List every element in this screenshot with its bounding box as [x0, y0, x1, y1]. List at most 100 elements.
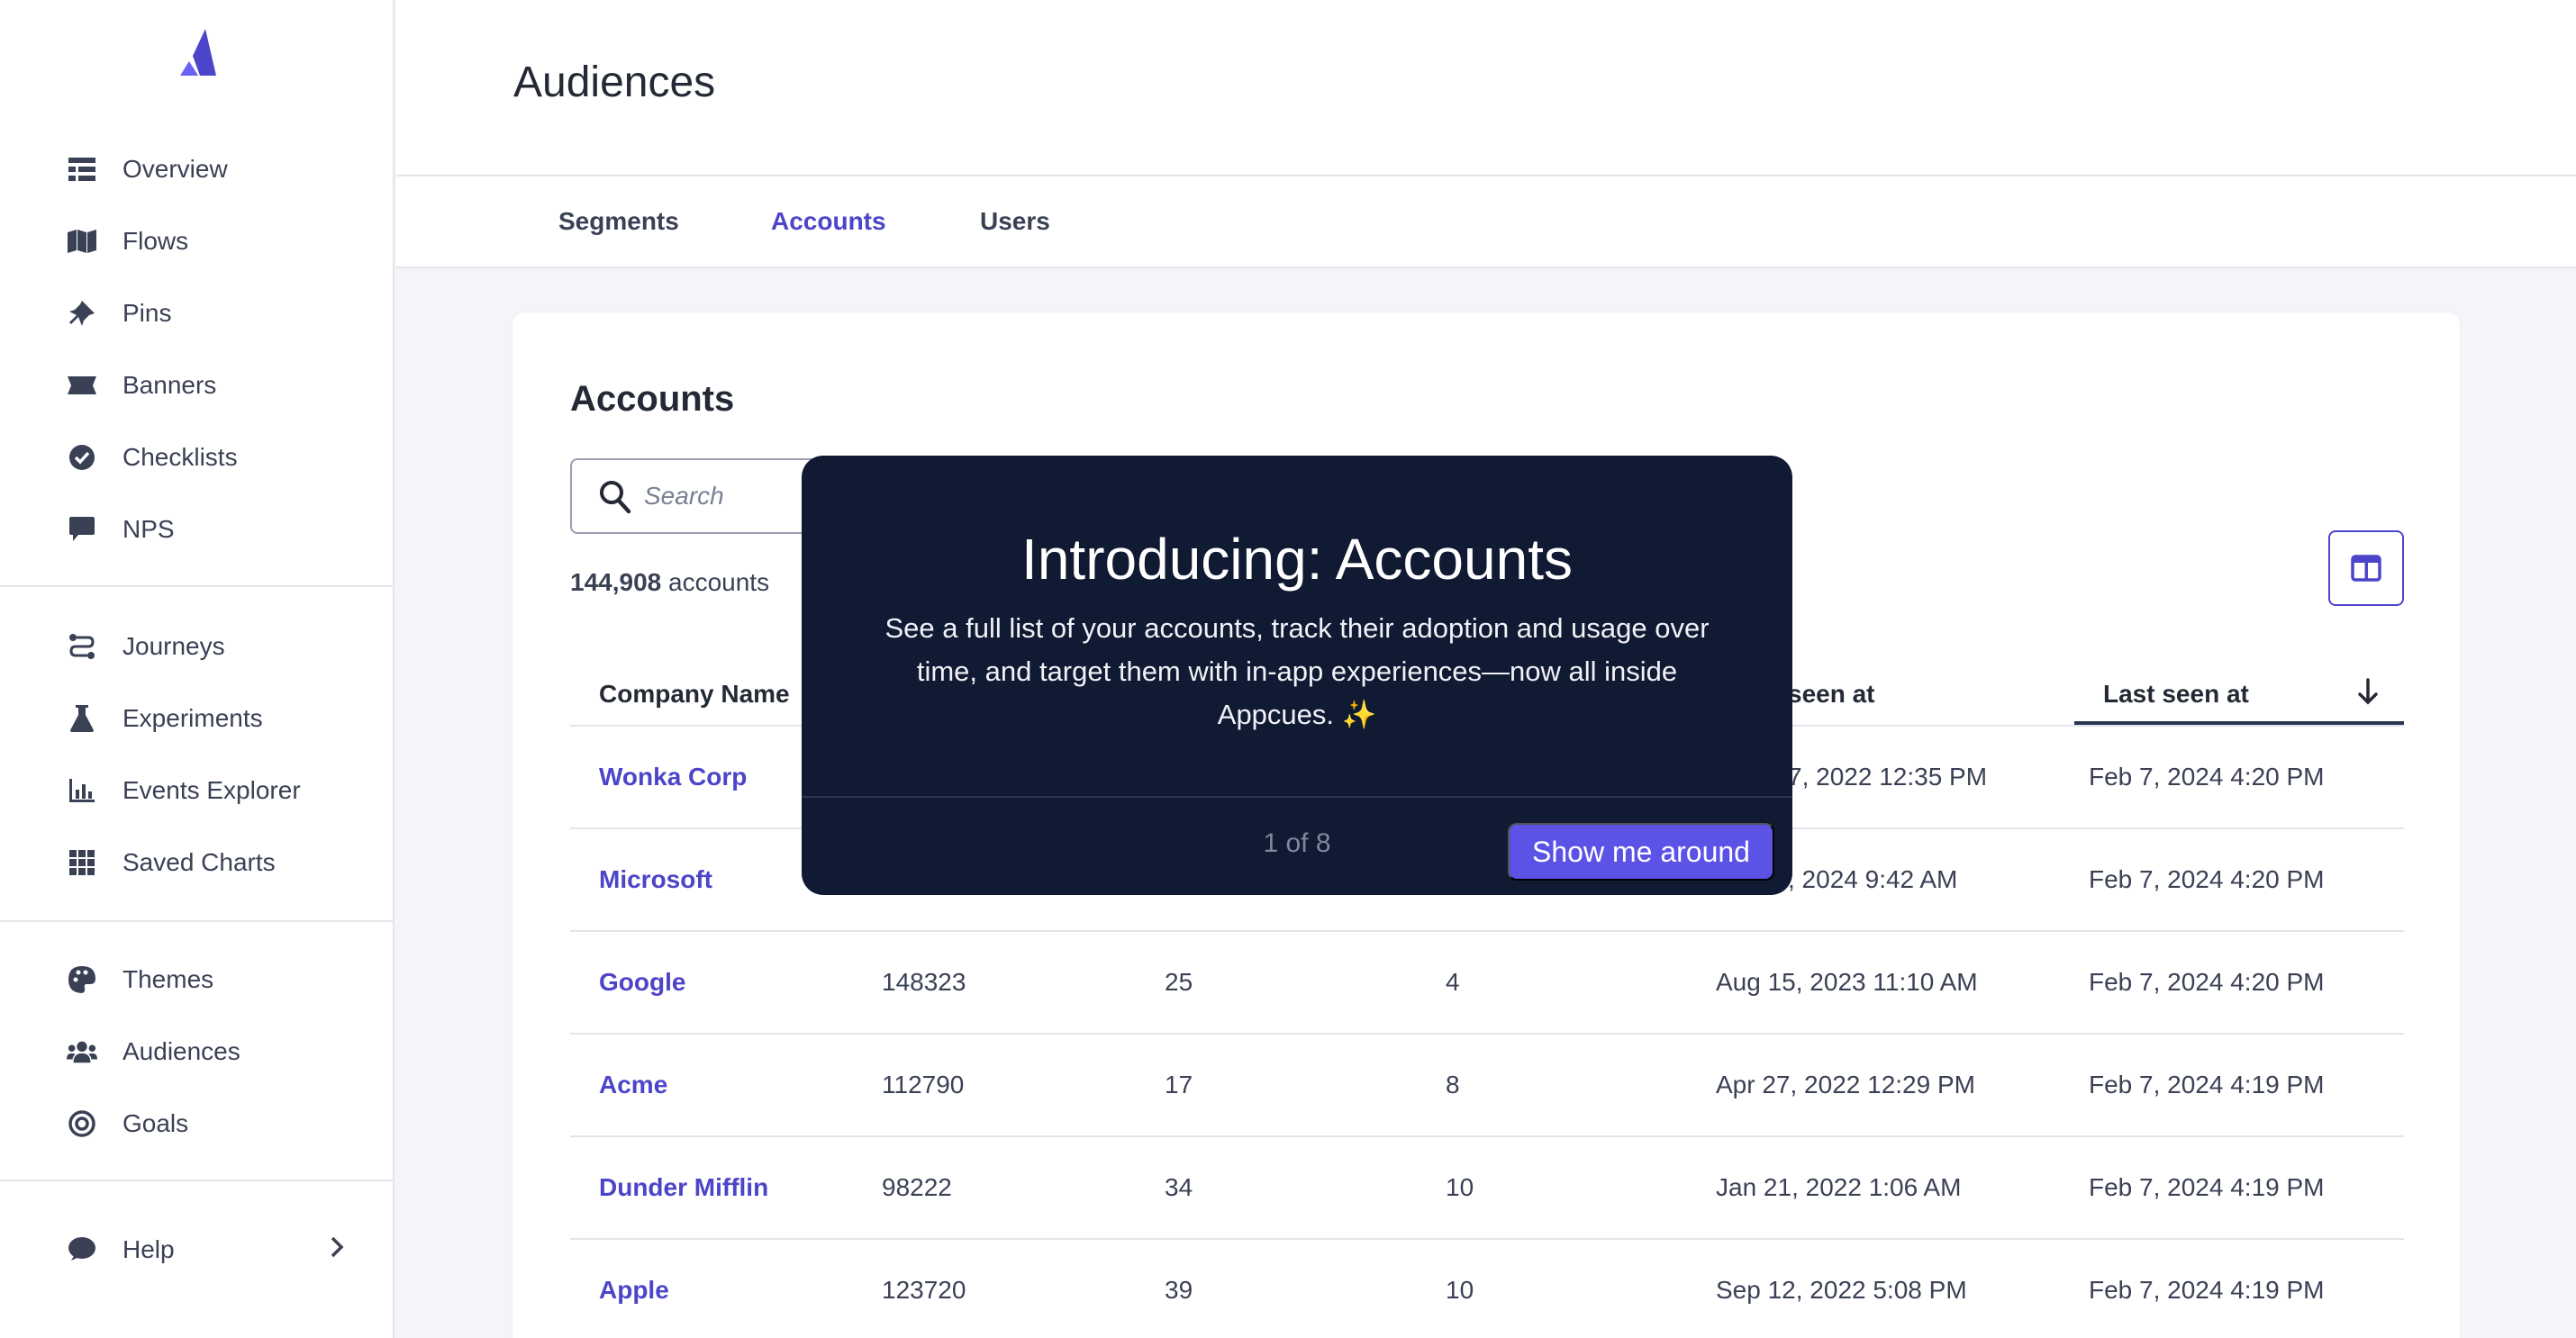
sidebar-item-label: Saved Charts [122, 848, 276, 876]
sidebar-item-label: NPS [122, 515, 175, 543]
sidebar-item-label: Help [122, 1235, 175, 1263]
modal-body: See a full list of your accounts, track … [884, 612, 1710, 730]
company-link[interactable]: Apple [599, 1276, 669, 1305]
table-cell: 10 [1446, 1276, 1474, 1304]
pin-icon [67, 298, 97, 329]
column-header-first-seen[interactable]: seen at [1788, 680, 1875, 709]
table-cell: 123720 [882, 1276, 966, 1304]
comment-icon [67, 1234, 97, 1265]
sidebar-item-experiments[interactable]: Experiments [0, 692, 395, 746]
sidebar-item-checklists[interactable]: Checklists [0, 430, 395, 484]
search-icon [600, 481, 631, 514]
sidebar-item-label: Audiences [122, 1037, 240, 1065]
table-cell: 34 [1165, 1173, 1193, 1201]
table-row: Apple 123720 39 10 Sep 12, 2022 5:08 PM … [570, 1240, 2404, 1338]
table-row: Google 148323 25 4 Aug 15, 2023 11:10 AM… [570, 932, 2404, 1035]
intro-modal: Introducing: Accounts See a full list of… [802, 456, 1792, 895]
tabs-bar: Segments Accounts Users [396, 176, 2576, 268]
last-seen-cell: Feb 7, 2024 4:19 PM [2089, 1276, 2325, 1304]
table-cell: 4 [1446, 968, 1460, 996]
arrow-down-icon [2358, 678, 2378, 705]
company-link[interactable]: Dunder Mifflin [599, 1173, 768, 1202]
sidebar-item-saved-charts[interactable]: Saved Charts [0, 836, 395, 890]
sidebar-divider [0, 585, 395, 587]
sidebar-item-label: Events Explorer [122, 776, 301, 804]
sidebar-item-label: Themes [122, 965, 214, 993]
section-title: Accounts [570, 379, 735, 419]
last-seen-cell: Feb 7, 2024 4:20 PM [2089, 968, 2325, 996]
sidebar-item-label: Goals [122, 1109, 189, 1137]
sidebar-item-journeys[interactable]: Journeys [0, 619, 395, 674]
first-seen-cell: 7, 2022 12:35 PM [1788, 763, 1988, 791]
company-link[interactable]: Wonka Corp [599, 763, 747, 791]
table-cell: 98222 [882, 1173, 952, 1201]
first-seen-cell: Apr 27, 2022 12:29 PM [1716, 1071, 1975, 1098]
column-header-company-name[interactable]: Company Name [599, 680, 790, 709]
check-circle-icon [67, 442, 97, 473]
table-cell: 39 [1165, 1276, 1193, 1304]
sidebar-item-label: Overview [122, 155, 228, 183]
sidebar-item-events-explorer[interactable]: Events Explorer [0, 764, 395, 818]
company-link[interactable]: Microsoft [599, 865, 712, 894]
flask-icon [67, 703, 97, 734]
sidebar-divider [0, 1180, 395, 1181]
sidebar-item-goals[interactable]: Goals [0, 1097, 395, 1151]
palette-icon [67, 964, 97, 995]
page-header: Audiences [396, 0, 2576, 176]
tab-segments[interactable]: Segments [558, 207, 679, 236]
last-seen-cell: Feb 7, 2024 4:19 PM [2089, 1173, 2325, 1201]
page-title: Audiences [513, 59, 716, 106]
table-row: Acme 112790 17 8 Apr 27, 2022 12:29 PM F… [570, 1035, 2404, 1137]
table-row: Dunder Mifflin 98222 34 10 Jan 21, 2022 … [570, 1137, 2404, 1240]
sidebar: Overview Flows Pins Banners Checklists N… [0, 0, 395, 1338]
journey-icon [67, 631, 97, 662]
last-seen-cell: Feb 7, 2024 4:19 PM [2089, 1071, 2325, 1098]
sidebar-item-nps[interactable]: NPS [0, 502, 395, 556]
table-icon [67, 154, 97, 185]
table-cell: 17 [1165, 1071, 1193, 1098]
table-cell: 112790 [882, 1071, 965, 1098]
sidebar-item-overview[interactable]: Overview [0, 142, 395, 196]
column-header-last-seen: Last seen at [2103, 680, 2249, 708]
grid-icon [67, 847, 97, 878]
modal-divider [802, 796, 1792, 798]
sidebar-item-label: Banners [122, 371, 217, 399]
sidebar-item-audiences[interactable]: Audiences [0, 1025, 395, 1079]
sidebar-item-label: Pins [122, 299, 172, 327]
sidebar-item-label: Flows [122, 227, 189, 255]
sidebar-divider [0, 920, 395, 922]
chat-icon [67, 514, 97, 545]
table-cell: 148323 [882, 968, 966, 996]
columns-toggle-button[interactable] [2328, 530, 2404, 606]
chevron-right-icon [330, 1234, 344, 1265]
sidebar-item-help[interactable]: Help [0, 1223, 395, 1277]
table-cell: 8 [1446, 1071, 1460, 1098]
last-seen-cell: Feb 7, 2024 4:20 PM [2089, 865, 2325, 893]
first-seen-cell: Jan 21, 2022 1:06 AM [1716, 1173, 1962, 1201]
sidebar-item-themes[interactable]: Themes [0, 953, 395, 1007]
table-cell: 25 [1165, 968, 1193, 996]
accounts-count-suffix: accounts [661, 568, 770, 596]
sidebar-item-flows[interactable]: Flows [0, 214, 395, 268]
banner-icon [67, 370, 97, 401]
first-seen-cell: , 2024 9:42 AM [1788, 865, 1958, 893]
target-icon [67, 1108, 97, 1139]
show-me-around-button[interactable]: Show me around [1508, 823, 1774, 881]
sidebar-item-banners[interactable]: Banners [0, 358, 395, 412]
first-seen-cell: Aug 15, 2023 11:10 AM [1716, 968, 1978, 996]
company-link[interactable]: Acme [599, 1071, 667, 1099]
company-link[interactable]: Google [599, 968, 685, 997]
column-header-last-seen-sorted[interactable]: Last seen at [2074, 658, 2404, 725]
first-seen-cell: Sep 12, 2022 5:08 PM [1716, 1276, 1967, 1304]
accounts-count-number: 144,908 [570, 568, 662, 596]
bar-chart-icon [67, 775, 97, 806]
sidebar-item-pins[interactable]: Pins [0, 286, 395, 340]
users-icon [67, 1036, 97, 1067]
table-cell: 10 [1446, 1173, 1474, 1201]
map-icon [67, 226, 97, 257]
accounts-count: 144,908 accounts [570, 568, 769, 597]
columns-icon [2351, 555, 2381, 582]
tab-users[interactable]: Users [980, 207, 1050, 236]
tab-accounts[interactable]: Accounts [771, 207, 886, 236]
appcues-logo[interactable] [177, 29, 216, 76]
